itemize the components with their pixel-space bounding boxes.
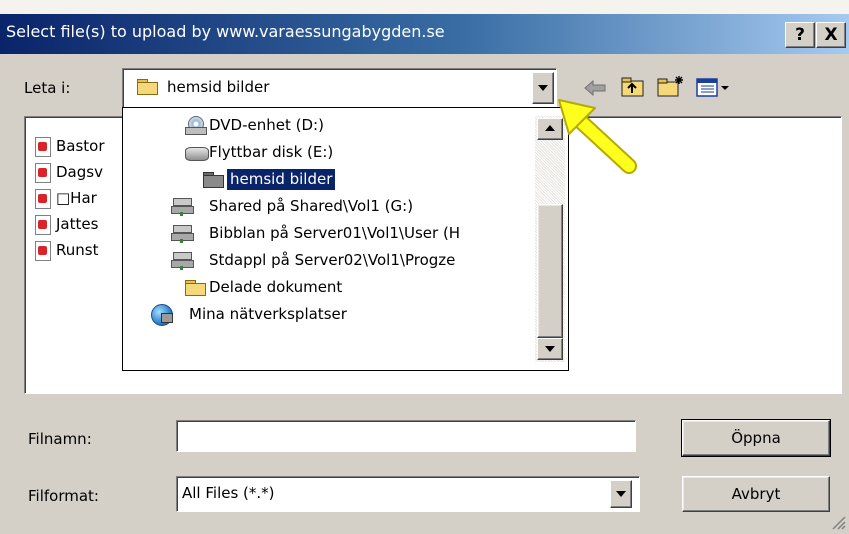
dropdown-item-label: Delade dokument: [209, 278, 343, 296]
title-bar: Select file(s) to upload by www.varaessu…: [0, 14, 849, 54]
folder-icon: [185, 280, 206, 296]
window-title: Select file(s) to upload by www.varaessu…: [6, 22, 445, 41]
file-name: Jattes: [56, 215, 99, 233]
folder-open-icon: [137, 79, 158, 95]
chevron-down-icon: [545, 346, 555, 352]
scroll-thumb[interactable]: [537, 204, 563, 338]
look-in-label: Leta i:: [24, 79, 71, 97]
file-name: Bastor: [56, 137, 105, 155]
chevron-down-icon: [616, 491, 626, 497]
filename-label: Filnamn:: [28, 430, 92, 448]
file-icon: [35, 215, 51, 235]
filetype-label: Filformat:: [28, 487, 99, 505]
dropdown-item-label: hemsid bilder: [225, 168, 337, 191]
callout-arrow-icon: [545, 86, 645, 176]
file-name: Dagsv: [56, 163, 103, 181]
look-in-value: hemsid bilder: [167, 78, 270, 96]
dropdown-item-label: Bibblan på Server01\Vol1\User (H: [209, 224, 461, 242]
dropdown-item-hemsid-bilder[interactable]: hemsid bilder: [123, 166, 533, 193]
filetype-select[interactable]: All Files (*.*): [176, 476, 640, 512]
filetype-dropdown-button[interactable]: [610, 480, 632, 508]
dropdown-item-delade-dokument[interactable]: Delade dokument: [123, 274, 533, 301]
file-name: Runst: [56, 241, 99, 259]
close-button[interactable]: X: [816, 22, 846, 48]
dropdown-item-shared[interactable]: Shared på Shared\Vol1 (G:): [123, 193, 533, 220]
filetype-value: All Files (*.*): [182, 484, 275, 502]
file-icon: [35, 163, 51, 183]
dropdown-item-label: Stdappl på Server02\Vol1\Progze: [209, 251, 456, 269]
resize-grip-icon[interactable]: [830, 514, 846, 530]
dropdown-item-removable-disk[interactable]: Flyttbar disk (E:): [123, 139, 533, 166]
file-icon: [35, 241, 51, 261]
dvd-drive-icon: [185, 116, 207, 135]
network-places-icon: [151, 304, 173, 326]
cancel-button[interactable]: Avbryt: [682, 476, 830, 512]
network-drive-icon: [171, 224, 194, 243]
top-strip: [0, 0, 849, 14]
look-in-dropdown-list: DVD-enhet (D:) Flyttbar disk (E:) hemsid…: [122, 107, 569, 371]
new-folder-icon[interactable]: [656, 74, 686, 98]
dropdown-item-stdappl[interactable]: Stdappl på Server02\Vol1\Progze: [123, 247, 533, 274]
scroll-down-button[interactable]: [537, 338, 563, 360]
open-button[interactable]: Öppna: [681, 419, 831, 457]
network-drive-icon: [171, 251, 194, 270]
view-menu-icon[interactable]: [696, 78, 732, 98]
dropdown-item-label: Shared på Shared\Vol1 (G:): [209, 197, 414, 215]
dropdown-item-network-places[interactable]: Mina nätverksplatser: [123, 301, 533, 328]
dropdown-item-bibblan[interactable]: Bibblan på Server01\Vol1\User (H: [123, 220, 533, 247]
file-name: □Har: [56, 189, 97, 207]
file-icon: [35, 189, 51, 209]
dropdown-item-dvd[interactable]: DVD-enhet (D:): [123, 112, 533, 139]
look-in-combo[interactable]: hemsid bilder: [122, 68, 557, 108]
dropdown-item-label: Flyttbar disk (E:): [209, 143, 334, 161]
folder-open-icon: [203, 172, 224, 188]
dropdown-item-label: DVD-enhet (D:): [209, 116, 324, 134]
network-drive-icon: [171, 197, 194, 216]
dropdown-item-label: Mina nätverksplatser: [189, 305, 347, 323]
help-button[interactable]: ?: [785, 22, 815, 48]
file-icon: [35, 137, 51, 157]
filename-field[interactable]: [176, 420, 636, 452]
removable-disk-icon: [185, 147, 209, 161]
